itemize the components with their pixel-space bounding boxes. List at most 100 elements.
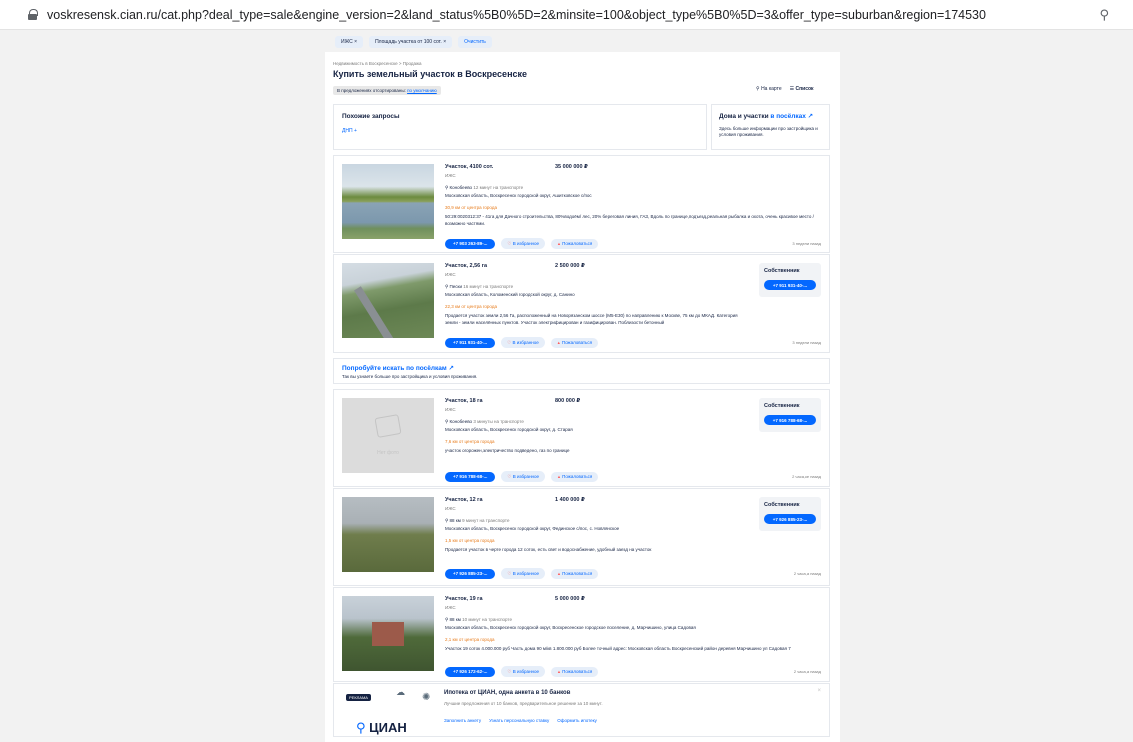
mortgage-desc: Лучшие предложения от 10 банков, предвар…: [444, 701, 603, 706]
listing-card[interactable]: Нет фото Участок, 18 га 800 000 ₽ ИЖС ⚲ …: [333, 389, 830, 487]
report-button[interactable]: Пожаловаться: [551, 666, 599, 677]
mortgage-text: Ипотека от ЦИАН, одна анкета в 10 банков…: [444, 690, 603, 706]
listing-description: Продается участок в черте города 12 сото…: [445, 547, 652, 552]
listing-description: Продается участок земли 2,56 Га, располо…: [445, 313, 738, 325]
try-villages-title: Попробуйте искать по посёлкам ↗: [342, 365, 454, 372]
listing-title[interactable]: Участок, 19 га: [445, 596, 821, 602]
listing-price: 1 400 000 ₽: [555, 497, 585, 503]
url-text[interactable]: voskresensk.cian.ru/cat.php?deal_type=sa…: [47, 8, 986, 22]
listing-station: ⚲ 88 км 10 минут на транспорте: [445, 617, 512, 622]
listing-time: 2 часа,а назад: [793, 571, 821, 576]
listing-info: Участок, 19 га 5 000 000 ₽ ИЖС ⚲ 88 км 1…: [445, 596, 821, 653]
report-button[interactable]: Пожаловаться: [551, 471, 599, 482]
mortgage-link-rate[interactable]: Узнать персональную ставку: [489, 718, 549, 723]
mortgage-links: Заполнить анкету Узнать персональную ста…: [444, 718, 597, 723]
filter-chip[interactable]: Площадь участка от 100 сот. ×: [369, 36, 453, 48]
sun-icon: ✺: [422, 692, 431, 703]
mortgage-title: Ипотека от ЦИАН, одна анкета в 10 банков: [444, 690, 571, 696]
clear-filters-button[interactable]: Очистить: [458, 36, 492, 48]
show-phone-button[interactable]: +7 926 885-23-...: [445, 568, 496, 579]
listing-description: Участок 19 соток 4.000.000 руб Часть дом…: [445, 646, 791, 651]
owner-badge: Собственник +7 926 885-23-...: [759, 497, 821, 531]
listing-time: 2 часа,ке назад: [792, 474, 821, 479]
breadcrumb[interactable]: Недвижимость в Воскресенске > Продажа: [333, 61, 422, 66]
listing-distance: 2,1 км от центра города: [445, 637, 495, 642]
address-bar[interactable]: voskresensk.cian.ru/cat.php?deal_type=sa…: [0, 0, 1133, 30]
listing-photo[interactable]: [342, 263, 434, 338]
listing-price: 2 500 000 ₽: [555, 263, 585, 269]
listing-title[interactable]: Участок, 4100 сот.: [445, 164, 821, 170]
listing-price: 800 000 ₽: [555, 398, 581, 404]
owner-phone-button[interactable]: +7 911 931-40-...: [764, 280, 816, 290]
similar-queries: Похожие запросы ДНП +: [333, 104, 707, 150]
sort-control[interactable]: В предложениях отсортированы: по умолчан…: [333, 86, 441, 95]
listing-actions: +7 926 885-23-... В избранное Пожаловать…: [445, 568, 599, 579]
owner-label: Собственник: [764, 403, 800, 409]
favorite-button[interactable]: В избранное: [501, 238, 546, 249]
favorite-button[interactable]: В избранное: [501, 337, 545, 348]
no-photo-label: Нет фото: [377, 449, 399, 456]
listing-time: 3 недели назад: [792, 340, 821, 345]
similar-link[interactable]: ДНП +: [342, 128, 698, 134]
page-title: Купить земельный участок в Воскресенске: [333, 69, 528, 79]
listing-actions: +7 926 172-62-... В избранное Пожаловать…: [445, 666, 599, 677]
report-button[interactable]: Пожаловаться: [551, 238, 599, 249]
listing-photo[interactable]: Нет фото: [342, 398, 434, 473]
show-phone-button[interactable]: +7 916 788-68-...: [445, 471, 496, 482]
listing-actions: +7 916 788-68-... В избранное Пожаловать…: [445, 471, 599, 482]
report-button[interactable]: Пожаловаться: [550, 337, 599, 348]
listing-type: ИЖС: [445, 173, 456, 178]
no-photo-icon: [374, 413, 402, 438]
sort-prefix: В предложениях отсортированы:: [337, 88, 406, 93]
mortgage-link-form[interactable]: Заполнить анкету: [444, 718, 481, 723]
listing-card[interactable]: Участок, 12 га 1 400 000 ₽ ИЖС ⚲ 88 км 9…: [333, 488, 830, 586]
listing-station: ⚲ Конобеево 12 минут на транспорте: [445, 185, 524, 190]
view-mode: На карте ☰ Список: [756, 86, 814, 92]
show-phone-button[interactable]: +7 926 172-62-...: [445, 666, 496, 677]
report-button[interactable]: Пожаловаться: [551, 568, 599, 579]
try-villages-desc: Так вы узнаете больше про застройщика и …: [342, 374, 478, 379]
owner-phone-button[interactable]: +7 926 885-23-...: [764, 514, 816, 524]
mortgage-link-apply[interactable]: Оформить ипотеку: [557, 718, 597, 723]
listing-info: Участок, 4100 сот. 35 000 000 ₽ ИЖС ⚲ Ко…: [445, 164, 821, 228]
list-view-button[interactable]: ☰ Список: [790, 86, 814, 92]
listing-card[interactable]: Участок, 19 га 5 000 000 ₽ ИЖС ⚲ 88 км 1…: [333, 587, 830, 682]
favorite-button[interactable]: В избранное: [501, 471, 546, 482]
houses-villages-card[interactable]: Дома и участки в посёлках ↗ Здесь больше…: [711, 104, 830, 150]
listing-distance: 22,3 км от центра города: [445, 304, 497, 309]
owner-phone-button[interactable]: +7 916 788-68-...: [764, 415, 816, 425]
filter-chip[interactable]: ИЖС ×: [335, 36, 364, 48]
houses-desc: Здесь больше информации про застройщика …: [719, 126, 818, 138]
listing-address[interactable]: Московская область, Воскресенск городско…: [445, 625, 821, 630]
owner-label: Собственник: [764, 502, 800, 508]
filter-chips: ИЖС × Площадь участка от 100 сот. × Очис…: [335, 36, 492, 48]
listing-card[interactable]: Участок, 2,56 га 2 500 000 ₽ ИЖС ⚲ Пески…: [333, 254, 830, 353]
try-villages-banner[interactable]: Попробуйте искать по посёлкам ↗ Так вы у…: [333, 358, 830, 384]
listing-distance: 1,5 км от центра города: [445, 538, 495, 543]
favorite-button[interactable]: В избранное: [501, 666, 546, 677]
listing-card[interactable]: Участок, 4100 сот. 35 000 000 ₽ ИЖС ⚲ Ко…: [333, 155, 830, 253]
owner-badge: Собственник +7 911 931-40-...: [759, 263, 821, 297]
listing-distance: 30,9 км от центра города: [445, 205, 497, 210]
listing-description: участок огорожен,электричество подведено…: [445, 448, 570, 453]
listing-price: 5 000 000 ₽: [555, 596, 585, 602]
listing-price: 35 000 000 ₽: [555, 164, 588, 170]
ad-label: РЕКЛАМА: [346, 694, 371, 701]
favorite-button[interactable]: В избранное: [501, 568, 546, 579]
sort-value[interactable]: по умолчанию: [407, 88, 437, 93]
mortgage-ad[interactable]: РЕКЛАМА ☁ ✺ ⚲ ЦИАН Ипотека от ЦИАН, одна…: [333, 683, 830, 737]
map-view-button[interactable]: На карте: [756, 86, 782, 92]
show-phone-button[interactable]: +7 903 263-89-...: [445, 238, 496, 249]
listing-address[interactable]: Московская область, Воскресенск городско…: [445, 193, 821, 198]
listing-photo[interactable]: [342, 497, 434, 572]
listing-photo[interactable]: [342, 164, 434, 239]
listing-photo[interactable]: [342, 596, 434, 671]
close-icon[interactable]: ×: [817, 688, 821, 694]
listing-time: 2 часа,а назад: [793, 669, 821, 674]
houses-title: Дома и участки в посёлках ↗: [719, 113, 814, 120]
show-phone-button[interactable]: +7 911 931-40-...: [445, 337, 496, 348]
zoom-icon[interactable]: ⚲: [1099, 7, 1109, 23]
listing-type: ИЖС: [445, 605, 456, 610]
listing-time: 3 недели назад: [792, 241, 821, 246]
similar-title: Похожие запросы: [342, 113, 400, 120]
